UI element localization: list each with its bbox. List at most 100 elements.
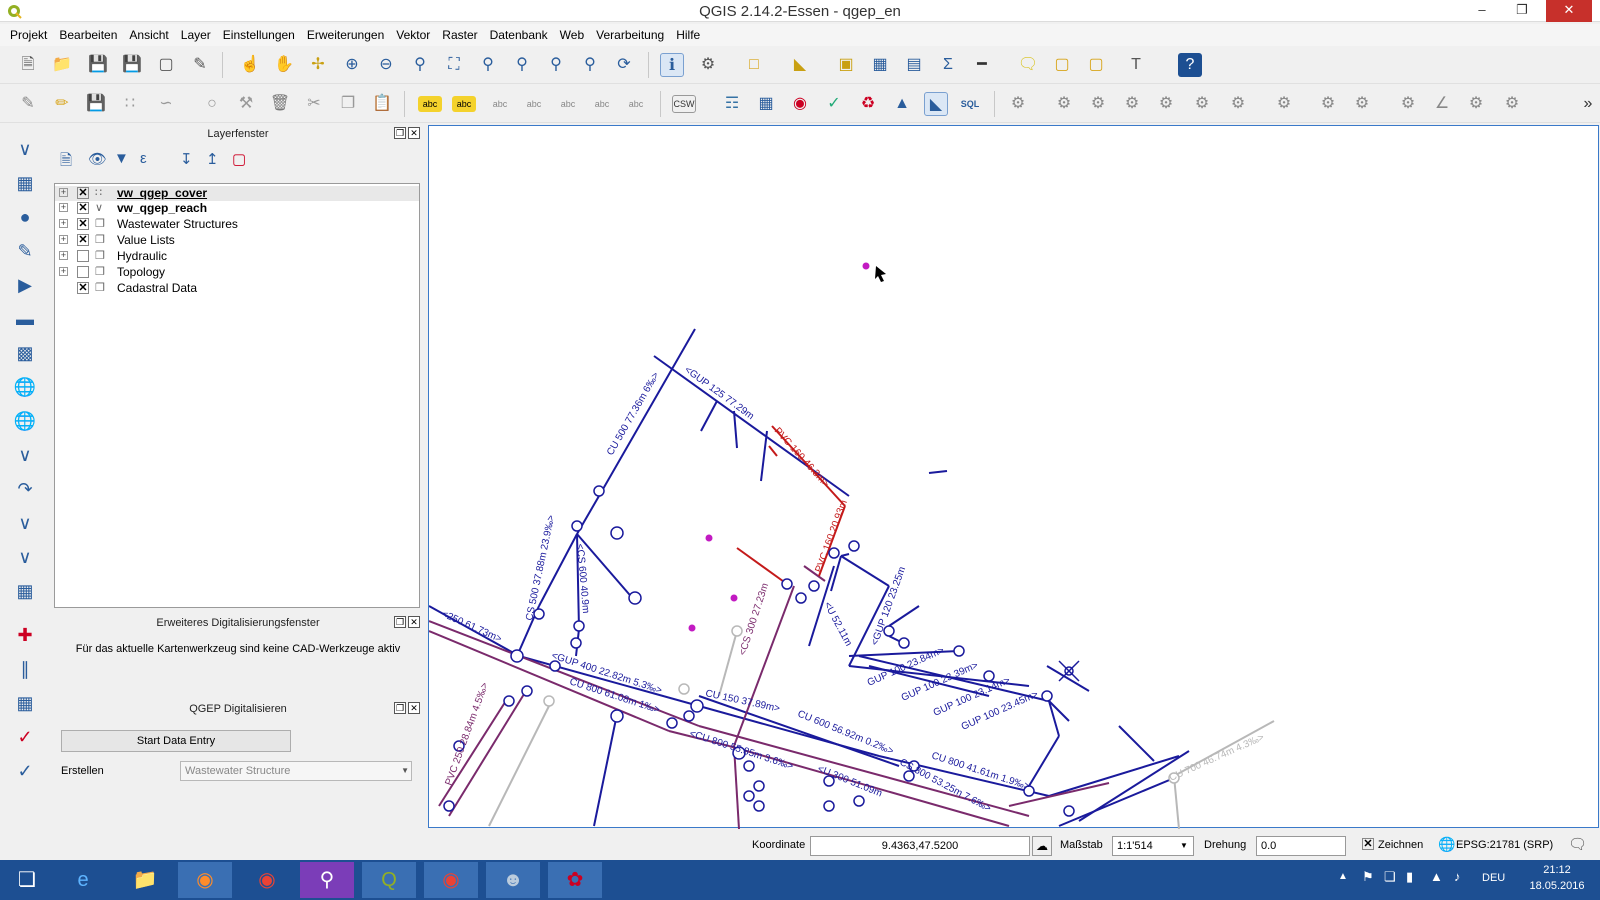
add-spatialite-layer-icon[interactable]: ✎ xyxy=(12,238,38,264)
zoom-selection-icon[interactable]: ⚲ xyxy=(476,53,500,77)
add-wms-layer-icon[interactable]: 🌐 xyxy=(12,374,38,400)
menu-web[interactable]: Web xyxy=(554,24,590,46)
menu-raster[interactable]: Raster xyxy=(436,24,483,46)
toolbar-overflow-icon[interactable]: » xyxy=(1576,92,1600,116)
zoom-out-icon[interactable]: ⊖ xyxy=(374,53,398,77)
layer-row[interactable]: + ✕ ∷ vw_qgep_cover xyxy=(55,186,419,201)
refresh-icon[interactable]: ⟳ xyxy=(612,53,636,77)
add-wcs-layer-icon[interactable]: 🌐 xyxy=(12,408,38,434)
cad-vertex-icon[interactable]: ✓ xyxy=(12,758,38,784)
layer-checkbox[interactable]: ✕ xyxy=(77,282,89,294)
copy-features-icon[interactable]: ❐ xyxy=(336,92,360,116)
advanced-edit-13-icon[interactable]: ⚙ xyxy=(1464,92,1488,116)
map-canvas[interactable]: <GUP 125 77.29m CU 500 77.36m 6‰> PVC 16… xyxy=(428,125,1599,830)
attribute-table-icon[interactable]: ▦ xyxy=(868,53,892,77)
move-feature-icon[interactable]: ○ xyxy=(200,92,224,116)
python-console-icon[interactable]: ☶ xyxy=(720,92,744,116)
cad-perpendicular-icon[interactable]: ✓ xyxy=(12,724,38,750)
add-oracle-layer-icon[interactable]: ▬ xyxy=(12,306,38,332)
add-wfs-layer-icon[interactable]: ∨ xyxy=(12,442,38,468)
add-group-icon[interactable]: 🗎 xyxy=(60,150,72,175)
delete-selected-icon[interactable]: 🗑 xyxy=(268,92,292,116)
advanced-edit-6-icon[interactable]: ⚙ xyxy=(1190,92,1214,116)
expand-icon[interactable]: + xyxy=(59,203,68,212)
qgep-icon[interactable]: ◉ xyxy=(788,92,812,116)
add-gpx-icon[interactable]: ▦ xyxy=(12,578,38,604)
cad-construction-icon[interactable]: ▦ xyxy=(12,690,38,716)
advanced-edit-8-icon[interactable]: ⚙ xyxy=(1272,92,1296,116)
tray-windows-icon[interactable]: ❏ xyxy=(1384,869,1396,885)
volume-icon[interactable]: ♪ xyxy=(1454,869,1461,884)
pgadmin-icon[interactable]: ☻ xyxy=(486,862,540,898)
panel-float-icon[interactable]: ❐ xyxy=(394,127,406,139)
layer-row[interactable]: ✕ ❐ Cadastral Data xyxy=(55,281,419,296)
advanced-edit-14-icon[interactable]: ⚙ xyxy=(1500,92,1524,116)
expand-icon[interactable]: + xyxy=(59,267,68,276)
select-features-icon[interactable]: □ xyxy=(742,53,766,77)
search-app-icon[interactable]: ⚲ xyxy=(300,862,354,898)
pin-labels-icon[interactable]: abc xyxy=(488,92,512,116)
start-data-entry-button[interactable]: Start Data Entry xyxy=(61,730,291,752)
paste-features-icon[interactable]: 📋 xyxy=(370,92,394,116)
help-icon[interactable]: ? xyxy=(1178,53,1202,77)
touch-zoom-icon[interactable]: ☝ xyxy=(238,53,262,77)
expand-icon[interactable]: + xyxy=(59,251,68,260)
text-annotation-icon[interactable]: T xyxy=(1124,53,1148,77)
current-edits-icon[interactable]: ✎ xyxy=(16,92,40,116)
close-button[interactable]: ✕ xyxy=(1546,0,1592,22)
maximize-button[interactable]: ❐ xyxy=(1502,0,1542,22)
cad-parallel-icon[interactable]: ∥ xyxy=(12,656,38,682)
add-db2-layer-icon[interactable]: ▩ xyxy=(12,340,38,366)
menu-bearbeiten[interactable]: Bearbeiten xyxy=(53,24,123,46)
labeling-icon[interactable]: abc xyxy=(418,96,442,112)
language-indicator[interactable]: DEU xyxy=(1482,872,1505,884)
toggle-editing-icon[interactable]: ✏ xyxy=(50,92,74,116)
minimize-button[interactable]: – xyxy=(1462,0,1502,22)
network-icon[interactable]: ▲ xyxy=(1430,869,1443,884)
add-vector-layer-icon[interactable]: ∨ xyxy=(12,136,38,162)
menu-verarbeitung[interactable]: Verarbeitung xyxy=(590,24,670,46)
advanced-edit-11-icon[interactable]: ⚙ xyxy=(1396,92,1420,116)
app-icon[interactable]: ✿ xyxy=(548,862,602,898)
expand-icon[interactable]: + xyxy=(59,219,68,228)
pan-to-selection-icon[interactable]: ✢ xyxy=(306,53,330,77)
manage-visibility-icon[interactable]: 👁 xyxy=(88,150,107,168)
menu-datenbank[interactable]: Datenbank xyxy=(484,24,554,46)
advanced-edit-3-icon[interactable]: ⚙ xyxy=(1086,92,1110,116)
filter-legend-icon[interactable]: ▼ xyxy=(114,150,129,167)
save-edits-icon[interactable]: 💾 xyxy=(84,92,108,116)
layer-row[interactable]: + ✕ ❐ Value Lists xyxy=(55,233,419,248)
cad-crosshair-icon[interactable]: ✚ xyxy=(12,622,38,648)
coordinate-toggle-icon[interactable]: ☁ xyxy=(1032,836,1052,856)
expand-icon[interactable]: + xyxy=(59,188,68,197)
cut-features-icon[interactable]: ✂ xyxy=(302,92,326,116)
panel-close-icon[interactable]: ✕ xyxy=(408,616,420,628)
render-checkbox[interactable]: ✕ xyxy=(1362,838,1374,850)
add-virtual-layer-icon[interactable]: ∨ xyxy=(12,510,38,536)
advanced-edit-4-icon[interactable]: ⚙ xyxy=(1120,92,1144,116)
layer-row[interactable]: + ❐ Topology xyxy=(55,265,419,280)
statistics-icon[interactable]: ▤ xyxy=(902,53,926,77)
rotation-field[interactable] xyxy=(1256,836,1346,856)
menu-erweiterungen[interactable]: Erweiterungen xyxy=(301,24,390,46)
windows-start-icon[interactable]: ❏ xyxy=(0,862,54,898)
profile-icon[interactable]: ◣ xyxy=(924,92,948,116)
save-project-icon[interactable]: 💾 xyxy=(86,53,110,77)
identify-icon[interactable]: ℹ xyxy=(660,53,684,77)
advanced-edit-1-icon[interactable]: ⚙ xyxy=(1006,92,1030,116)
advanced-edit-2-icon[interactable]: ⚙ xyxy=(1052,92,1076,116)
panel-float-icon[interactable]: ❐ xyxy=(394,702,406,714)
print-composer-icon[interactable]: ▢ xyxy=(154,53,178,77)
new-bookmark-icon[interactable]: ▢ xyxy=(1050,53,1074,77)
add-point-icon[interactable]: ∷ xyxy=(118,92,142,116)
create-type-select[interactable]: Wastewater Structure ▼ xyxy=(180,761,412,781)
internet-explorer-icon[interactable]: e xyxy=(56,862,110,898)
layer-row[interactable]: + ✕ ∨ vw_qgep_reach xyxy=(55,201,419,216)
chrome-taskbar-icon[interactable]: ◉ xyxy=(424,862,478,898)
downstream-icon[interactable]: ▲ xyxy=(890,92,914,116)
highlight-labels-icon[interactable]: abc xyxy=(522,92,546,116)
layer-row[interactable]: + ✕ ❐ Wastewater Structures xyxy=(55,217,419,232)
chrome-icon[interactable]: ◉ xyxy=(240,862,294,898)
layer-checkbox[interactable] xyxy=(77,266,89,278)
new-layer-icon[interactable]: ∨ xyxy=(12,544,38,570)
